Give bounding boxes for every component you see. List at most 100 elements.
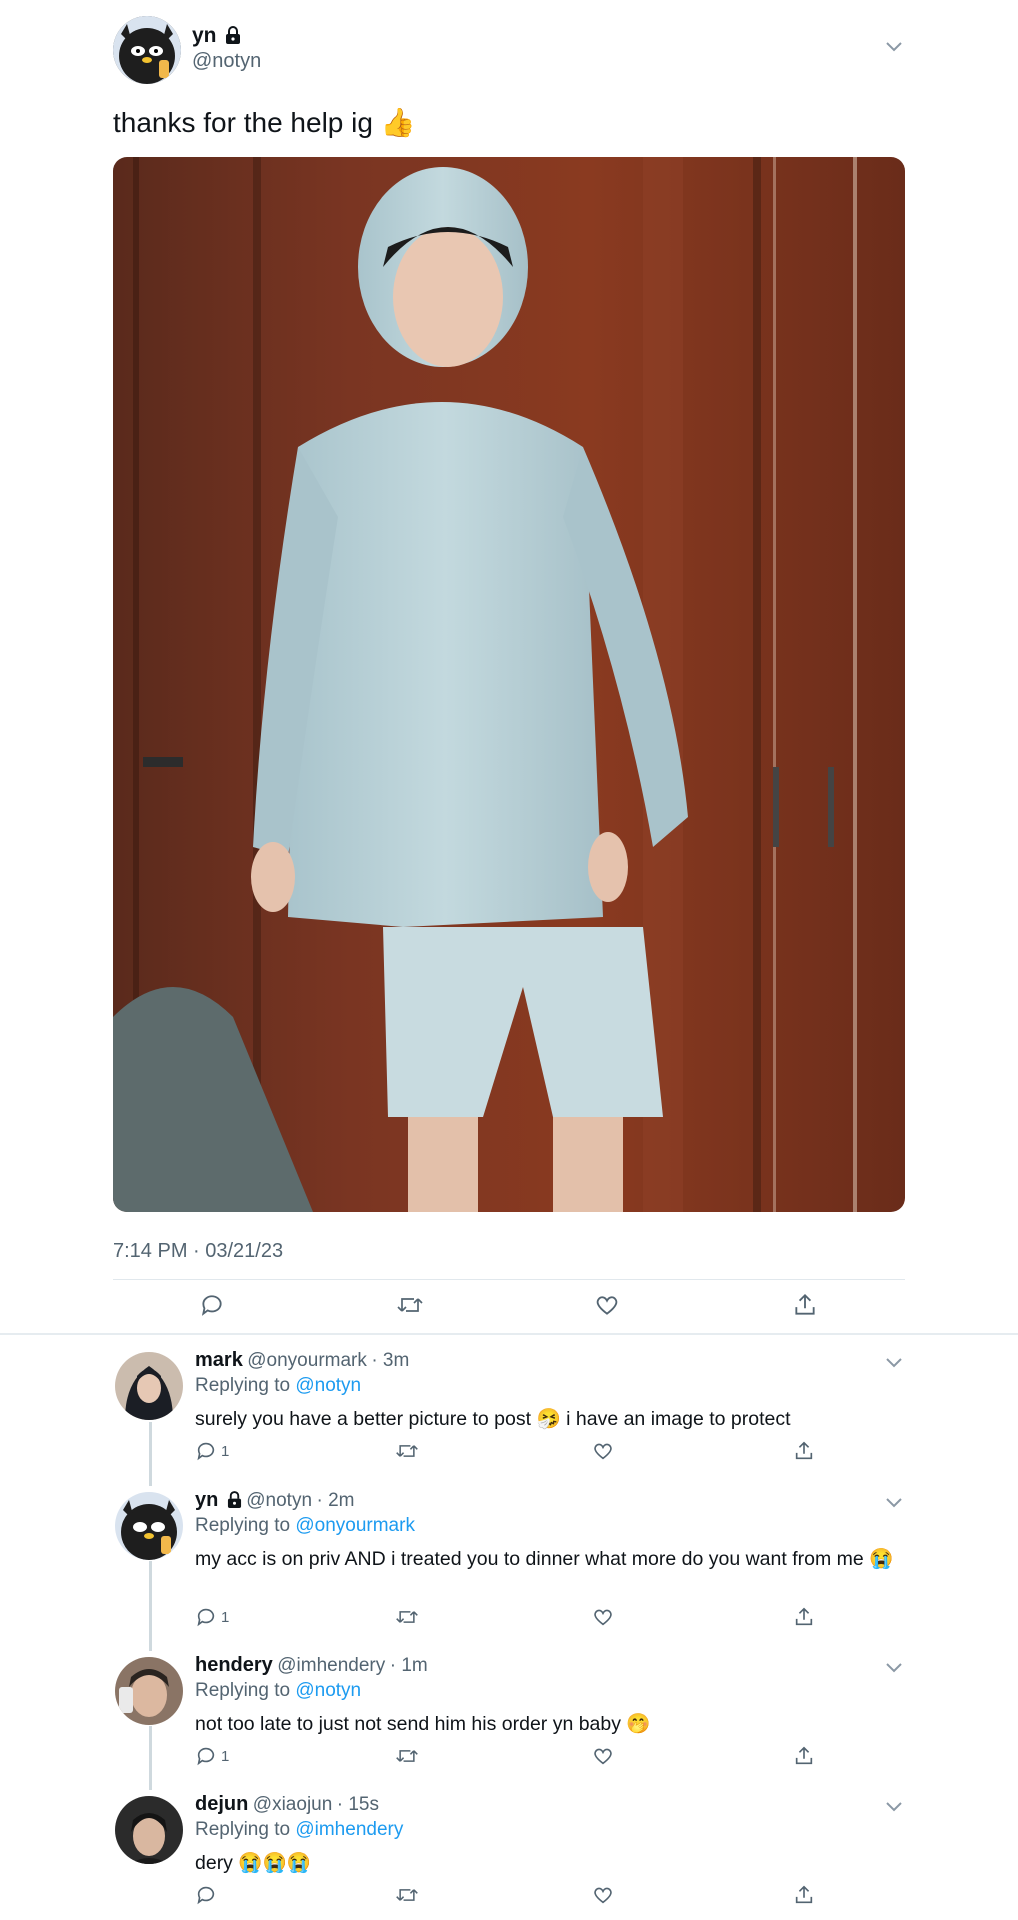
reply-button[interactable]: 1 [195, 1440, 229, 1462]
chevron-down-icon[interactable] [885, 1800, 903, 1818]
author-name-row[interactable]: yn [192, 24, 241, 49]
replying-to-link[interactable]: @notyn [295, 1680, 361, 1701]
share-button[interactable] [793, 1606, 815, 1628]
reply-actions: 1 [195, 1606, 895, 1636]
retweet-button[interactable] [395, 1745, 419, 1767]
avatar[interactable] [115, 1352, 183, 1420]
author-name[interactable]: dejun [195, 1793, 248, 1815]
share-icon [793, 1606, 815, 1628]
reply-count: 1 [221, 1608, 230, 1626]
author-handle[interactable]: @notyn [246, 1490, 312, 1511]
reply-button[interactable] [199, 1292, 225, 1318]
replying-prefix: Replying to [195, 1819, 296, 1840]
avatar[interactable] [115, 1657, 183, 1725]
tweet-text: thanks for the help ig 👍 [113, 107, 416, 138]
reply-button[interactable]: 1 [195, 1745, 229, 1767]
author-handle[interactable]: @notyn [192, 50, 261, 73]
reply-header: hendery @imhendery · 1m [195, 1654, 428, 1677]
replying-to-link[interactable]: @imhendery [295, 1819, 403, 1840]
thread-line [149, 1561, 152, 1651]
replying-to: Replying to @notyn [195, 1375, 361, 1397]
share-button[interactable] [793, 1440, 815, 1462]
share-icon [792, 1292, 818, 1318]
section-divider [0, 1333, 1018, 1335]
retweet-button[interactable] [395, 1884, 419, 1906]
author-handle[interactable]: @onyourmark [247, 1350, 367, 1371]
author-name[interactable]: hendery [195, 1654, 273, 1676]
like-button[interactable] [592, 1606, 614, 1628]
chevron-down-icon[interactable] [885, 1661, 903, 1679]
heart-icon [592, 1745, 614, 1767]
speech-bubble-icon [199, 1292, 225, 1318]
retweet-icon [395, 1606, 419, 1628]
replying-to: Replying to @notyn [195, 1680, 361, 1702]
avatar[interactable] [113, 16, 181, 84]
reply-header: dejun @xiaojun · 15s [195, 1793, 379, 1816]
reply-text: dery 😭😭😭 [195, 1852, 312, 1874]
share-button[interactable] [793, 1745, 815, 1767]
share-button[interactable] [792, 1292, 818, 1318]
reply-text: not too late to just not send him his or… [195, 1713, 651, 1735]
divider [113, 1279, 905, 1280]
share-icon [793, 1884, 815, 1906]
like-button[interactable] [594, 1292, 620, 1318]
reply-time[interactable]: · 15s [337, 1794, 379, 1815]
reply-count: 1 [221, 1442, 230, 1460]
reply-header: yn @notyn · 2m [195, 1489, 354, 1513]
chevron-down-icon[interactable] [885, 1496, 903, 1514]
replying-to-link[interactable]: @onyourmark [295, 1515, 415, 1536]
speech-bubble-icon [195, 1745, 217, 1767]
reply-text: my acc is on priv AND i treated you to d… [195, 1548, 894, 1570]
retweet-button[interactable] [395, 1440, 419, 1462]
retweet-icon [396, 1292, 424, 1318]
avatar[interactable] [115, 1492, 183, 1560]
author-handle[interactable]: @xiaojun [253, 1794, 333, 1815]
replying-prefix: Replying to [195, 1375, 296, 1396]
retweet-icon [395, 1440, 419, 1462]
reply-count: 1 [221, 1747, 230, 1765]
tweet-photo[interactable] [113, 157, 905, 1212]
reply-time[interactable]: · 3m [371, 1350, 409, 1371]
replying-prefix: Replying to [195, 1515, 296, 1536]
reply-text: surely you have a better picture to post… [195, 1408, 791, 1430]
heart-icon [594, 1292, 620, 1318]
replying-to: Replying to @onyourmark [195, 1515, 415, 1537]
author-name[interactable]: yn [192, 24, 217, 47]
chevron-down-icon[interactable] [885, 1356, 903, 1374]
retweet-button[interactable] [395, 1606, 419, 1628]
tweet-actions [113, 1292, 905, 1322]
retweet-icon [395, 1745, 419, 1767]
reply-actions [195, 1884, 895, 1914]
retweet-icon [395, 1884, 419, 1906]
like-button[interactable] [592, 1440, 614, 1462]
thread-line [149, 1726, 152, 1790]
author-name[interactable]: yn [195, 1489, 218, 1511]
reply-header: mark @onyourmark · 3m [195, 1349, 409, 1372]
retweet-button[interactable] [396, 1292, 424, 1318]
share-icon [793, 1440, 815, 1462]
like-button[interactable] [592, 1884, 614, 1906]
reply-time[interactable]: · 2m [316, 1490, 354, 1511]
like-button[interactable] [592, 1745, 614, 1767]
heart-icon [592, 1440, 614, 1462]
heart-icon [592, 1884, 614, 1906]
replying-prefix: Replying to [195, 1680, 296, 1701]
share-icon [793, 1745, 815, 1767]
tweet-timestamp[interactable]: 7:14 PM · 03/21/23 [113, 1240, 283, 1263]
replying-to-link[interactable]: @notyn [295, 1375, 361, 1396]
chevron-down-icon[interactable] [885, 40, 903, 58]
author-name[interactable]: mark [195, 1349, 243, 1371]
lock-icon [227, 1490, 242, 1513]
reply-actions: 1 [195, 1745, 895, 1775]
reply-actions: 1 [195, 1440, 895, 1470]
share-button[interactable] [793, 1884, 815, 1906]
author-handle[interactable]: @imhendery [277, 1655, 385, 1676]
replying-to: Replying to @imhendery [195, 1819, 403, 1841]
reply-button[interactable]: 1 [195, 1606, 229, 1628]
lock-icon [225, 26, 241, 49]
avatar[interactable] [115, 1796, 183, 1864]
reply-time[interactable]: · 1m [390, 1655, 428, 1676]
reply-button[interactable] [195, 1884, 221, 1906]
speech-bubble-icon [195, 1606, 217, 1628]
heart-icon [592, 1606, 614, 1628]
